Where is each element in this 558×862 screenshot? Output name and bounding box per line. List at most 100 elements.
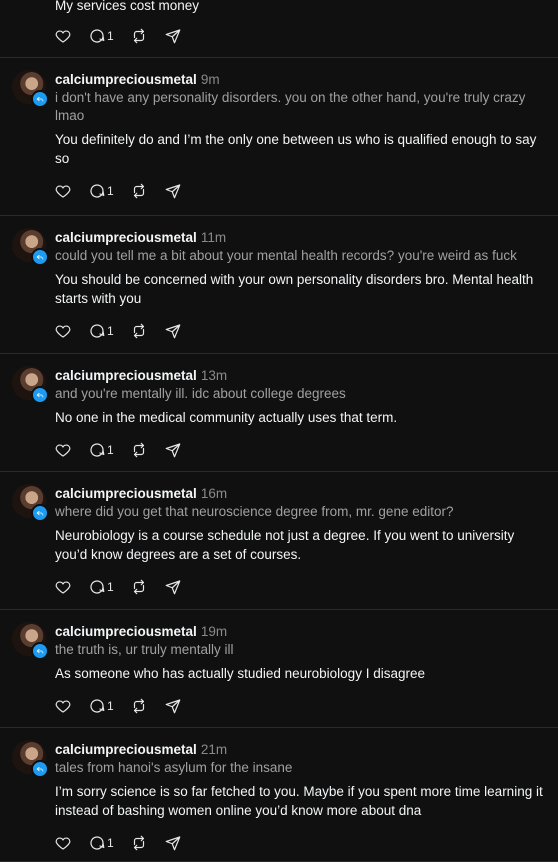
post-header: calciumpreciousmetal 21m — [55, 741, 227, 759]
like-button[interactable] — [54, 578, 72, 596]
heart-icon — [55, 444, 71, 457]
post-header: calciumpreciousmetal 16m — [55, 485, 227, 503]
repost-icon — [133, 835, 144, 851]
send-icon — [165, 184, 181, 199]
send-icon — [165, 580, 181, 595]
repost-icon — [133, 183, 144, 199]
reply-count: 1 — [107, 184, 114, 198]
comment-icon — [90, 580, 105, 594]
repost-button[interactable] — [130, 578, 148, 596]
reply-arrow-icon — [36, 510, 44, 516]
reply-button[interactable]: 1 — [88, 322, 114, 340]
share-button[interactable] — [164, 834, 182, 852]
like-button[interactable] — [54, 27, 72, 45]
post-actions: 1 — [54, 577, 198, 597]
share-button[interactable] — [164, 578, 182, 596]
reply-badge — [31, 760, 49, 778]
thread-post: calciumpreciousmetal 11m could you tell m… — [0, 216, 558, 354]
share-button[interactable] — [164, 441, 182, 459]
like-button[interactable] — [54, 441, 72, 459]
username[interactable]: calciumpreciousmetal — [55, 368, 197, 383]
send-icon — [165, 29, 181, 44]
quoted-reply: and you're mentally ill. idc about colle… — [55, 386, 346, 401]
heart-icon — [55, 581, 71, 594]
share-button[interactable] — [164, 182, 182, 200]
repost-icon — [133, 28, 144, 44]
thread-post: calciumpreciousmetal 16m where did you ge… — [0, 472, 558, 610]
reply-button[interactable]: 1 — [88, 578, 114, 596]
repost-button[interactable] — [130, 834, 148, 852]
send-icon — [165, 836, 181, 851]
username[interactable]: calciumpreciousmetal — [55, 486, 197, 501]
thread-post: calciumpreciousmetal 21m tales from hanoi… — [0, 728, 558, 862]
reply-badge — [31, 504, 49, 522]
quoted-reply: where did you get that neuroscience degr… — [55, 504, 454, 519]
reply-count: 1 — [107, 324, 114, 338]
post-body: As someone who has actually studied neur… — [55, 666, 425, 681]
send-icon — [165, 324, 181, 339]
reply-count: 1 — [107, 699, 114, 713]
quoted-reply: i don't have any personality disorders. … — [55, 90, 526, 123]
send-icon — [165, 699, 181, 714]
share-button[interactable] — [164, 697, 182, 715]
reply-button[interactable]: 1 — [88, 27, 114, 45]
post-actions: 1 — [54, 26, 198, 46]
repost-button[interactable] — [130, 697, 148, 715]
comment-icon — [90, 184, 105, 198]
reply-arrow-icon — [36, 766, 44, 772]
comment-icon — [90, 443, 105, 457]
timestamp: 9m — [200, 72, 220, 87]
username[interactable]: calciumpreciousmetal — [55, 742, 197, 757]
thread-post-partial: My services cost money 1 — [0, 0, 558, 58]
comment-icon — [90, 29, 105, 43]
repost-button[interactable] — [130, 441, 148, 459]
share-button[interactable] — [164, 322, 182, 340]
post-body: No one in the medical community actually… — [55, 410, 398, 425]
comment-icon — [90, 324, 105, 338]
reply-arrow-icon — [36, 254, 44, 260]
post-header: calciumpreciousmetal 19m — [55, 623, 227, 641]
reply-badge — [31, 386, 49, 404]
reply-arrow-icon — [36, 648, 44, 654]
reply-badge — [31, 248, 49, 266]
quoted-reply: tales from hanoi's asylum for the insane — [55, 760, 293, 775]
repost-icon — [133, 579, 144, 595]
reply-badge — [31, 642, 49, 660]
comment-icon — [90, 699, 105, 713]
repost-button[interactable] — [130, 27, 148, 45]
quoted-reply: the truth is, ur truly mentally ill — [55, 642, 234, 657]
timestamp: 13m — [200, 368, 228, 383]
send-icon — [165, 443, 181, 458]
quoted-reply: could you tell me a bit about your menta… — [55, 248, 517, 263]
repost-button[interactable] — [130, 322, 148, 340]
repost-button[interactable] — [130, 182, 148, 200]
reply-button[interactable]: 1 — [88, 697, 114, 715]
like-button[interactable] — [54, 697, 72, 715]
timestamp: 16m — [200, 486, 228, 501]
username[interactable]: calciumpreciousmetal — [55, 624, 197, 639]
reply-button[interactable]: 1 — [88, 441, 114, 459]
heart-icon — [55, 325, 71, 338]
reply-count: 1 — [107, 580, 114, 594]
share-button[interactable] — [164, 27, 182, 45]
post-actions: 1 — [54, 181, 198, 201]
thread-post: calciumpreciousmetal 9m i don't have any … — [0, 58, 558, 216]
username[interactable]: calciumpreciousmetal — [55, 230, 197, 245]
timestamp: 21m — [200, 742, 228, 757]
post-actions: 1 — [54, 440, 198, 460]
post-body: My services cost money — [55, 0, 200, 13]
reply-count: 1 — [107, 836, 114, 850]
username[interactable]: calciumpreciousmetal — [55, 72, 197, 87]
like-button[interactable] — [54, 182, 72, 200]
post-header: calciumpreciousmetal 9m — [55, 71, 220, 89]
repost-icon — [133, 698, 144, 714]
like-button[interactable] — [54, 322, 72, 340]
thread-post: calciumpreciousmetal 13m and you're menta… — [0, 354, 558, 472]
reply-arrow-icon — [36, 392, 44, 398]
reply-button[interactable]: 1 — [88, 182, 114, 200]
reply-count: 1 — [107, 29, 114, 43]
thread-post: calciumpreciousmetal 19m the truth is, ur… — [0, 610, 558, 728]
reply-button[interactable]: 1 — [88, 834, 114, 852]
like-button[interactable] — [54, 834, 72, 852]
repost-icon — [133, 442, 144, 458]
